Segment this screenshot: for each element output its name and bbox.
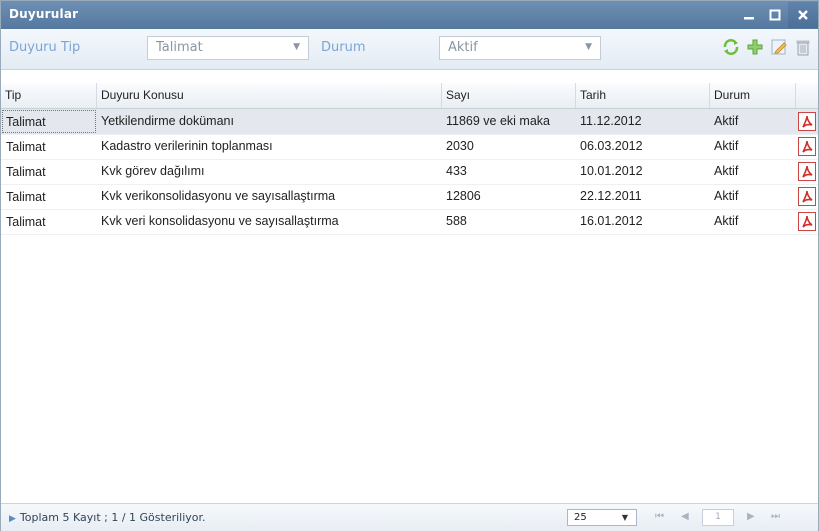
close-icon [798, 10, 808, 20]
pdf-download-button[interactable] [798, 162, 816, 181]
prev-page-button[interactable]: ◀ [681, 511, 689, 522]
cell-tip: Talimat [6, 190, 46, 204]
announcements-window: Duyurular Duyuru Tip Talimat ▼ Durum Akt… [0, 0, 819, 531]
cell-konu: Kadastro verilerinin toplanması [101, 139, 273, 153]
cell-sayi: 588 [446, 214, 467, 228]
cell-sayi: 12806 [446, 189, 481, 203]
last-page-button[interactable]: ⏭ [771, 511, 780, 522]
cell-konu: Kvk verikonsolidasyonu ve sayısallaştırm… [101, 189, 336, 203]
trash-icon [796, 40, 810, 56]
cell-durum: Aktif [714, 114, 739, 128]
edit-button[interactable] [770, 38, 788, 56]
close-button[interactable] [788, 2, 818, 28]
cell-durum: Aktif [714, 139, 739, 153]
minimize-button[interactable] [736, 2, 762, 28]
table-row[interactable]: Talimat Kvk veri konsolidasyonu ve sayıs… [1, 209, 818, 235]
cell-tip: Talimat [1, 109, 97, 134]
column-header-tarih[interactable]: Tarih [576, 83, 710, 108]
cell-tarih: 10.01.2012 [580, 164, 643, 178]
title-bar[interactable]: Duyurular [1, 1, 818, 29]
page-size-value: 25 [574, 512, 587, 523]
status-filter-select[interactable]: Aktif ▼ [439, 36, 601, 60]
cell-tip: Talimat [6, 140, 46, 154]
cell-konu: Kvk veri konsolidasyonu ve sayısallaştır… [101, 214, 339, 228]
caret-right-icon: ▶ [9, 514, 16, 524]
pdf-icon [802, 140, 813, 153]
refresh-icon [723, 39, 739, 55]
minimize-icon [744, 17, 754, 20]
last-page-icon: ⏭ [771, 511, 780, 522]
cell-durum: Aktif [714, 164, 739, 178]
cell-tip: Talimat [6, 165, 46, 179]
refresh-button[interactable] [722, 38, 740, 56]
edit-icon [771, 39, 787, 55]
table-row[interactable]: Talimat Kvk verikonsolidasyonu ve sayısa… [1, 184, 818, 210]
next-page-icon: ▶ [747, 511, 755, 522]
maximize-button[interactable] [762, 2, 788, 28]
column-header-tip[interactable]: Tip [1, 83, 97, 108]
record-summary-text: Toplam 5 Kayıt ; 1 / 1 Gösteriliyor. [19, 511, 206, 524]
table-row[interactable]: Talimat Kadastro verilerinin toplanması … [1, 134, 818, 160]
chevron-down-icon: ▼ [293, 42, 300, 52]
filter-toolbar: Duyuru Tip Talimat ▼ Durum Aktif ▼ [1, 29, 818, 70]
delete-button[interactable] [794, 38, 812, 56]
pdf-icon [802, 215, 813, 228]
prev-page-icon: ◀ [681, 511, 689, 522]
page-number-input[interactable]: 1 [702, 509, 734, 526]
pdf-icon [802, 115, 813, 128]
window-controls [736, 1, 818, 29]
type-filter-label: Duyuru Tip [9, 40, 81, 55]
pdf-download-button[interactable] [798, 187, 816, 206]
cell-sayi: 2030 [446, 139, 474, 153]
cell-sayi: 11869 ve eki maka [446, 114, 550, 128]
table-row[interactable]: Talimat Yetkilendirme dokümanı 11869 ve … [1, 109, 818, 135]
column-header-konu[interactable]: Duyuru Konusu [97, 83, 442, 108]
next-page-button[interactable]: ▶ [747, 511, 755, 522]
chevron-down-icon: ▼ [621, 513, 628, 522]
cell-tip: Talimat [6, 215, 46, 229]
chevron-down-icon: ▼ [585, 42, 592, 52]
column-header-actions [796, 83, 818, 108]
cell-tarih: 11.12.2012 [580, 114, 642, 128]
pdf-download-button[interactable] [798, 137, 816, 156]
column-header-sayi[interactable]: Sayı [442, 83, 576, 108]
type-filter-value: Talimat [156, 40, 203, 55]
table-row[interactable]: Talimat Kvk görev dağılımı 433 10.01.201… [1, 159, 818, 185]
cell-sayi: 433 [446, 164, 467, 178]
column-header-durum[interactable]: Durum [710, 83, 796, 108]
status-filter-value: Aktif [448, 40, 478, 55]
add-button[interactable] [746, 38, 764, 56]
cell-durum: Aktif [714, 214, 739, 228]
cell-durum: Aktif [714, 189, 739, 203]
maximize-icon [769, 9, 781, 21]
add-icon [747, 39, 763, 55]
pdf-icon [802, 190, 813, 203]
pdf-download-button[interactable] [798, 212, 816, 231]
cell-tarih: 16.01.2012 [580, 214, 643, 228]
pdf-icon [802, 165, 813, 178]
paging-toolbar: ▶ Toplam 5 Kayıt ; 1 / 1 Gösteriliyor. 25… [1, 503, 818, 531]
grid-header: Tip Duyuru Konusu Sayı Tarih Durum [1, 83, 818, 109]
first-page-icon: ⏮ [655, 511, 664, 522]
page-size-select[interactable]: 25 ▼ [567, 509, 637, 526]
record-summary: ▶ Toplam 5 Kayıt ; 1 / 1 Gösteriliyor. [9, 511, 206, 524]
cell-tarih: 06.03.2012 [580, 139, 643, 153]
cell-konu: Kvk görev dağılımı [101, 164, 205, 178]
window-title: Duyurular [9, 7, 79, 21]
first-page-button[interactable]: ⏮ [655, 511, 664, 522]
cell-konu: Yetkilendirme dokümanı [101, 114, 234, 128]
toolbar-actions [722, 38, 812, 56]
cell-tarih: 22.12.2011 [580, 189, 642, 203]
status-filter-label: Durum [321, 40, 366, 55]
pdf-download-button[interactable] [798, 112, 816, 131]
type-filter-select[interactable]: Talimat ▼ [147, 36, 309, 60]
